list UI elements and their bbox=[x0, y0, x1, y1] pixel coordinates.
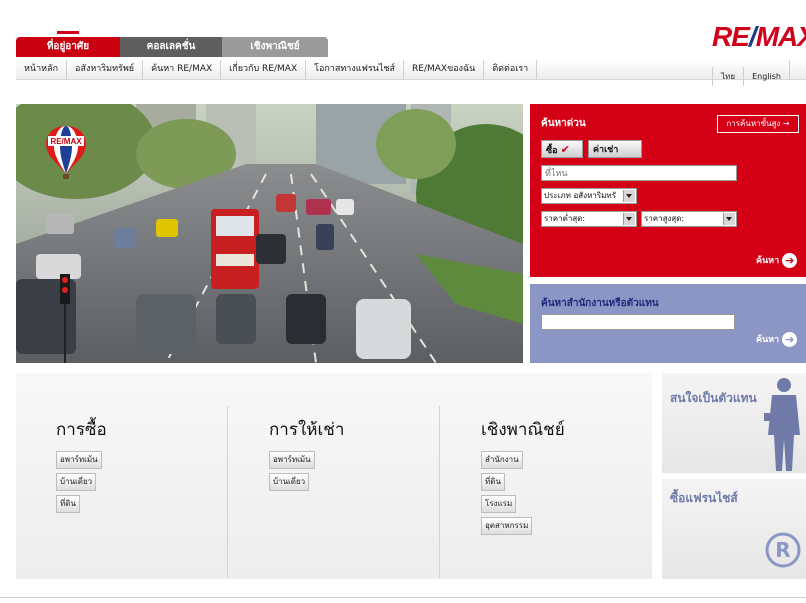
nav-my-remax[interactable]: RE/MAXของฉัน bbox=[404, 60, 485, 79]
link-rent-apartment[interactable]: อพาร์ทเม้น bbox=[269, 451, 315, 469]
agent-search-panel: ค้นหาสำนักงานหรือตัวแทน ค้นหา ➔ bbox=[530, 284, 806, 363]
category-buy-title: การซื้อ bbox=[56, 420, 107, 440]
nav-properties[interactable]: อสังหาริมทรัพย์ bbox=[67, 60, 144, 79]
svg-text:RE/MAX: RE/MAX bbox=[50, 137, 82, 146]
nav-contact[interactable]: ติดต่อเรา bbox=[484, 60, 538, 79]
buy-toggle[interactable]: ซื้อ ✔ bbox=[541, 140, 583, 158]
column-divider bbox=[227, 406, 228, 578]
quick-search-panel: ค้นหาด่วน การค้นหาขั้นสูง → ซื้อ ✔ ค่าเช… bbox=[530, 104, 806, 277]
check-icon: ✔ bbox=[560, 143, 570, 156]
dropdown-arrow-icon bbox=[723, 213, 735, 225]
arrow-circle-icon: ➔ bbox=[782, 253, 798, 268]
language-switcher: ไทย English bbox=[712, 60, 806, 86]
link-buy-apartment[interactable]: อพาร์ทเม้น bbox=[56, 451, 102, 469]
lang-spacer bbox=[789, 60, 806, 79]
become-agent-box[interactable]: สนใจเป็นตัวแทน bbox=[662, 373, 806, 473]
svg-text:R: R bbox=[775, 538, 790, 562]
tab-residential[interactable]: ที่อยู่อาศัย bbox=[16, 37, 120, 57]
category-buy: การซื้อ อพาร์ทเม้น บ้านเดี่ยว ที่ดิน bbox=[56, 406, 256, 578]
where-input[interactable] bbox=[541, 165, 737, 181]
nav-home[interactable]: หน้าหลัก bbox=[16, 60, 68, 79]
category-rent-title: การให้เช่า bbox=[269, 420, 345, 440]
buy-franchise-title: ซื้อแฟรนไชส์ bbox=[670, 491, 738, 505]
category-commercial: เชิงพาณิชย์ สำนักงาน ที่ดิน โรงแรม อุตสา… bbox=[481, 406, 681, 578]
remax-logo[interactable]: RE/MAX bbox=[712, 22, 806, 52]
property-type-select[interactable]: ประเภท อสังหาริมทรั bbox=[541, 188, 637, 204]
min-price-select[interactable]: ราคาต่ำสุด: bbox=[541, 211, 637, 227]
link-buy-land[interactable]: ที่ดิน bbox=[56, 495, 80, 513]
city-street-illustration bbox=[16, 104, 523, 363]
active-tab-marker bbox=[57, 31, 79, 34]
quick-search-button[interactable]: ค้นหา ➔ bbox=[756, 253, 798, 268]
buy-label: ซื้อ bbox=[546, 146, 558, 156]
businessman-silhouette-icon bbox=[764, 378, 800, 471]
tab-collection[interactable]: คอลเลคชั่น bbox=[120, 37, 222, 57]
column-divider bbox=[439, 406, 440, 578]
link-commercial-office[interactable]: สำนักงาน bbox=[481, 451, 523, 469]
link-commercial-industrial[interactable]: อุตสาหกรรม bbox=[481, 517, 533, 535]
lang-thai[interactable]: ไทย bbox=[712, 67, 743, 86]
lang-english[interactable]: English bbox=[743, 67, 789, 86]
max-price-select[interactable]: ราคาสูงสุด: bbox=[641, 211, 737, 227]
advanced-search-link[interactable]: การค้นหาขั้นสูง → bbox=[717, 115, 799, 133]
logo-wordmark: RE/MAX bbox=[712, 21, 806, 52]
quick-search-title: ค้นหาด่วน bbox=[541, 118, 586, 129]
min-price-value: ราคาต่ำสุด: bbox=[544, 214, 586, 223]
arrow-right-icon: → bbox=[782, 119, 790, 128]
agent-search-input[interactable] bbox=[541, 314, 735, 330]
agent-search-title: ค้นหาสำนักงานหรือตัวแทน bbox=[541, 298, 659, 309]
link-commercial-hotel[interactable]: โรงแรม bbox=[481, 495, 517, 513]
remax-balloon-icon: RE/MAX bbox=[46, 126, 86, 179]
agent-search-button-label: ค้นหา bbox=[756, 335, 780, 345]
nav-about[interactable]: เกี่ยวกับ RE/MAX bbox=[221, 60, 307, 79]
buy-franchise-box[interactable]: ซื้อแฟรนไชส์ R bbox=[662, 479, 806, 579]
registered-mark-icon: R bbox=[765, 532, 801, 568]
max-price-value: ราคาสูงสุด: bbox=[644, 214, 685, 223]
nav-find-remax[interactable]: ค้นหา RE/MAX bbox=[143, 60, 222, 79]
nav-franchise[interactable]: โอกาสทางแฟรนไชส์ bbox=[306, 60, 405, 79]
link-buy-house[interactable]: บ้านเดี่ยว bbox=[56, 473, 97, 491]
link-rent-house[interactable]: บ้านเดี่ยว bbox=[269, 473, 310, 491]
arrow-circle-icon: ➔ bbox=[782, 332, 798, 347]
dropdown-arrow-icon bbox=[623, 213, 635, 225]
category-box: การซื้อ อพาร์ทเม้น บ้านเดี่ยว ที่ดิน การ… bbox=[16, 373, 652, 579]
tab-commercial[interactable]: เชิงพาณิชย์ bbox=[222, 37, 328, 57]
property-type-value: ประเภท อสังหาริมทรั bbox=[544, 191, 616, 200]
dropdown-arrow-icon bbox=[623, 190, 635, 202]
main-nav: หน้าหลัก อสังหาริมทรัพย์ ค้นหา RE/MAX เกี่ย… bbox=[16, 60, 806, 86]
hero-image: RE/MAX bbox=[16, 104, 523, 363]
search-button-label: ค้นหา bbox=[756, 256, 780, 266]
become-agent-title: สนใจเป็นตัวแทน bbox=[670, 391, 757, 405]
link-commercial-land[interactable]: ที่ดิน bbox=[481, 473, 505, 491]
category-commercial-title: เชิงพาณิชย์ bbox=[481, 420, 565, 440]
rent-toggle[interactable]: ค่าเช่า bbox=[588, 140, 642, 158]
footer-line bbox=[0, 597, 806, 603]
agent-search-button[interactable]: ค้นหา ➔ bbox=[756, 332, 798, 347]
advanced-search-label: การค้นหาขั้นสูง bbox=[726, 119, 781, 128]
